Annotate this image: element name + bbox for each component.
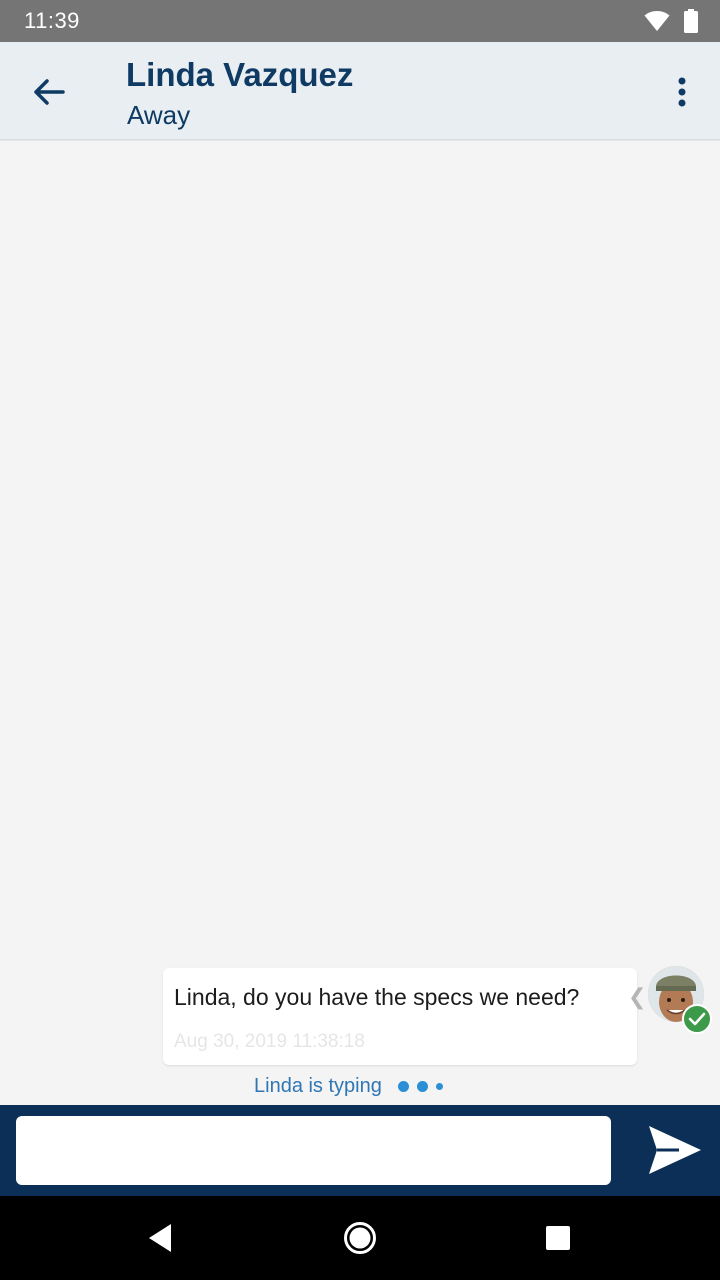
avatar[interactable] <box>648 964 712 1034</box>
typing-dot <box>397 1081 409 1092</box>
back-button[interactable] <box>24 70 74 114</box>
more-vertical-icon <box>678 77 686 107</box>
system-nav-bar <box>0 1196 720 1280</box>
status-bar: 11:39 <box>0 0 720 42</box>
message-timestamp: Aug 30, 2019 11:38:18 <box>174 1031 365 1052</box>
message-list[interactable]: Linda, do you have the specs we need? Au… <box>0 141 720 1105</box>
typing-text: Linda is typing <box>254 1075 382 1097</box>
nav-back-button[interactable] <box>138 1216 182 1260</box>
recents-square-icon <box>546 1226 570 1250</box>
typing-indicator: Linda is typing <box>254 1075 443 1098</box>
typing-dot <box>435 1083 443 1090</box>
status-time: 11:39 <box>24 8 80 33</box>
back-triangle-icon <box>149 1224 171 1252</box>
contact-status: Away <box>127 100 191 130</box>
message-composer <box>0 1105 720 1196</box>
bubble-tail-icon: ❮ <box>628 984 647 1009</box>
nav-home-button[interactable] <box>338 1216 382 1260</box>
check-icon <box>688 1012 706 1026</box>
chat-header: Linda Vazquez Away <box>0 42 720 140</box>
typing-dot <box>416 1081 428 1092</box>
message-bubble[interactable]: Linda, do you have the specs we need? Au… <box>163 968 637 1065</box>
send-button[interactable] <box>640 1119 710 1181</box>
message-input[interactable] <box>16 1116 611 1185</box>
typing-dots-icon <box>397 1081 443 1092</box>
status-icons <box>644 9 698 33</box>
contact-name: Linda Vazquez <box>126 56 354 93</box>
send-icon <box>649 1126 701 1174</box>
battery-icon <box>684 9 698 33</box>
nav-recents-button[interactable] <box>536 1216 580 1260</box>
message-text: Linda, do you have the specs we need? <box>174 984 580 1010</box>
arrow-left-icon <box>34 79 65 105</box>
wifi-icon <box>644 11 670 31</box>
status-badge <box>682 1004 712 1034</box>
more-options-button[interactable] <box>662 68 702 116</box>
home-circle-icon <box>344 1222 376 1254</box>
